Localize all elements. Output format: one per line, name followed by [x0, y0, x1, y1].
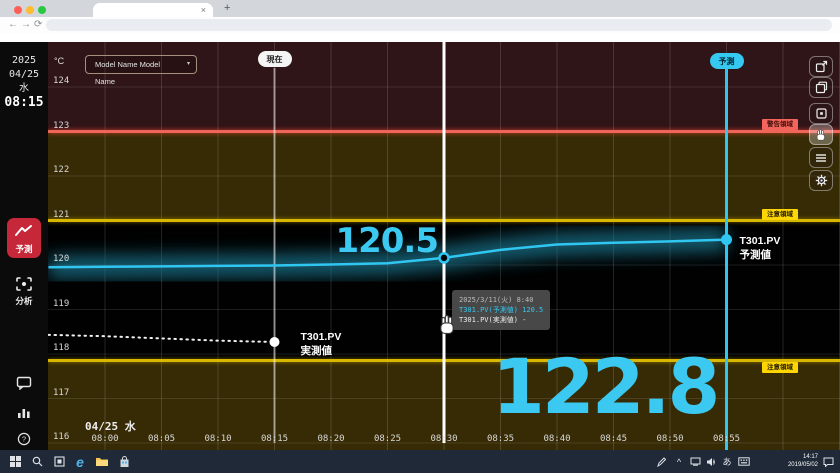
focus-target-icon	[15, 276, 33, 292]
screen: × + ← → ⟳ 2025 04/25 水 08:15 予測	[0, 0, 840, 473]
model-select[interactable]: Model Name Model Name ▾	[85, 55, 197, 74]
address-bar[interactable]	[46, 19, 832, 31]
settings-gear-button[interactable]	[809, 170, 833, 191]
tooltip-forecast-value: T301.PV(予測値) 120.5	[459, 305, 543, 315]
mac-zoom-button[interactable]	[38, 6, 46, 14]
x-axis-date-label: 04/25 水	[85, 418, 136, 434]
touch-keyboard-icon[interactable]	[736, 450, 752, 473]
x-tick-label: 08:35	[487, 434, 514, 444]
zoom-select-button[interactable]	[809, 56, 833, 77]
y-tick-label: 120	[53, 254, 69, 264]
pan-hand-button[interactable]	[809, 124, 833, 145]
large-value-readout: 122.8	[492, 347, 717, 427]
windows-taskbar: e ^ あ 14:17 2019/05/02	[0, 450, 840, 473]
mac-minimize-button[interactable]	[26, 6, 34, 14]
chart-tooltip: 2025/3/11(火) 8:40 T301.PV(予測値) 120.5 T30…	[452, 290, 550, 330]
nav-forecast-label: 予測	[7, 243, 41, 255]
forecast-chart[interactable]: 124 123 122 121 120 119 118 117 116 08:00 08:05 08:…	[48, 42, 840, 450]
tooltip-actual-value: T301.PV(実測値) -	[459, 315, 543, 325]
x-tick-label: 08:45	[600, 434, 627, 444]
x-tick-label: 08:50	[656, 434, 683, 444]
x-tick-label: 08:30	[430, 434, 457, 444]
ime-indicator[interactable]: あ	[720, 450, 734, 473]
tab-strip: × +	[0, 0, 840, 17]
y-tick-label: 124	[53, 76, 69, 86]
sidebar: 2025 04/25 水 08:15 予測 分析	[0, 42, 48, 450]
back-icon[interactable]: ←	[8, 19, 18, 31]
svg-text:?: ?	[22, 435, 26, 444]
x-tick-label: 08:00	[91, 434, 118, 444]
search-icon[interactable]	[28, 450, 46, 473]
store-icon[interactable]	[114, 450, 134, 473]
tooltip-datetime: 2025/3/11(火) 8:40	[459, 295, 543, 305]
sidebar-year: 2025	[0, 54, 48, 68]
x-tick-label: 08:10	[204, 434, 231, 444]
sidebar-datetime: 2025 04/25 水 08:15	[0, 54, 48, 110]
x-tick-label: 08:20	[317, 434, 344, 444]
taskbar-date: 2019/05/02	[788, 461, 818, 469]
forecast-pill: 予測	[710, 53, 744, 69]
x-tick-label: 08:40	[543, 434, 570, 444]
internet-explorer-icon[interactable]: e	[70, 450, 90, 473]
sidebar-weekday: 水	[0, 82, 48, 96]
browser-chrome: × + ← → ⟳	[0, 0, 840, 42]
browser-tab[interactable]: ×	[93, 3, 213, 17]
y-tick-label: 122	[53, 165, 69, 175]
warning-zone-badge: 警告領域	[762, 119, 798, 130]
app-window: 2025 04/25 水 08:15 予測 分析	[0, 42, 840, 450]
nav-forecast-button[interactable]: 予測	[7, 218, 41, 258]
volume-icon[interactable]	[704, 450, 718, 473]
y-axis-unit: °C	[54, 56, 64, 66]
network-icon[interactable]	[688, 450, 702, 473]
forward-icon[interactable]: →	[21, 19, 31, 31]
tab-close-icon[interactable]: ×	[201, 4, 206, 16]
taskbar-time: 14:17	[788, 453, 818, 461]
hover-value-readout: 120.5	[328, 221, 438, 261]
now-pill: 現在	[258, 51, 292, 67]
bar-chart-icon[interactable]	[0, 406, 48, 424]
y-tick-label: 121	[53, 210, 69, 220]
y-tick-label: 117	[53, 388, 69, 398]
forecast-series-label: T301.PV予測値	[740, 234, 781, 262]
tray-chevron-icon[interactable]: ^	[672, 450, 686, 473]
nav-analysis-button[interactable]: 分析	[7, 270, 41, 310]
chart-series	[48, 42, 840, 450]
y-tick-label: 123	[53, 121, 69, 131]
x-tick-label: 08:55	[713, 434, 740, 444]
y-tick-label: 116	[53, 432, 69, 442]
action-center-icon[interactable]	[820, 450, 836, 473]
taskbar-clock[interactable]: 14:17 2019/05/02	[788, 453, 818, 469]
task-view-icon[interactable]	[50, 450, 68, 473]
x-tick-label: 08:15	[261, 434, 288, 444]
mouse-hand-cursor	[438, 312, 456, 336]
chevron-down-icon: ▾	[187, 56, 190, 73]
sidebar-time: 08:15	[0, 96, 48, 110]
help-icon[interactable]: ?	[0, 432, 48, 451]
mac-close-button[interactable]	[14, 6, 22, 14]
list-view-button[interactable]	[809, 147, 833, 168]
caution-zone-badge-lower: 注意領域	[762, 362, 798, 373]
reload-icon[interactable]: ⟳	[34, 19, 42, 31]
trend-line-icon	[14, 224, 34, 238]
new-tab-button[interactable]: +	[224, 2, 230, 14]
windows-start-button[interactable]	[6, 450, 24, 473]
x-tick-label: 08:05	[148, 434, 175, 444]
nav-analysis-label: 分析	[7, 295, 41, 307]
pen-icon[interactable]	[654, 450, 668, 473]
x-tick-label: 08:25	[374, 434, 401, 444]
file-explorer-icon[interactable]	[92, 450, 112, 473]
caution-zone-badge-upper: 注意領域	[762, 209, 798, 220]
center-focus-button[interactable]	[809, 103, 833, 124]
compare-layers-button[interactable]	[809, 77, 833, 98]
y-tick-label: 119	[53, 299, 69, 309]
y-tick-label: 118	[53, 343, 69, 353]
browser-toolbar: ← → ⟳	[0, 17, 840, 33]
comment-icon[interactable]	[0, 376, 48, 395]
sidebar-date: 04/25	[0, 68, 48, 82]
actual-series-label: T301.PV実測値	[301, 330, 342, 358]
